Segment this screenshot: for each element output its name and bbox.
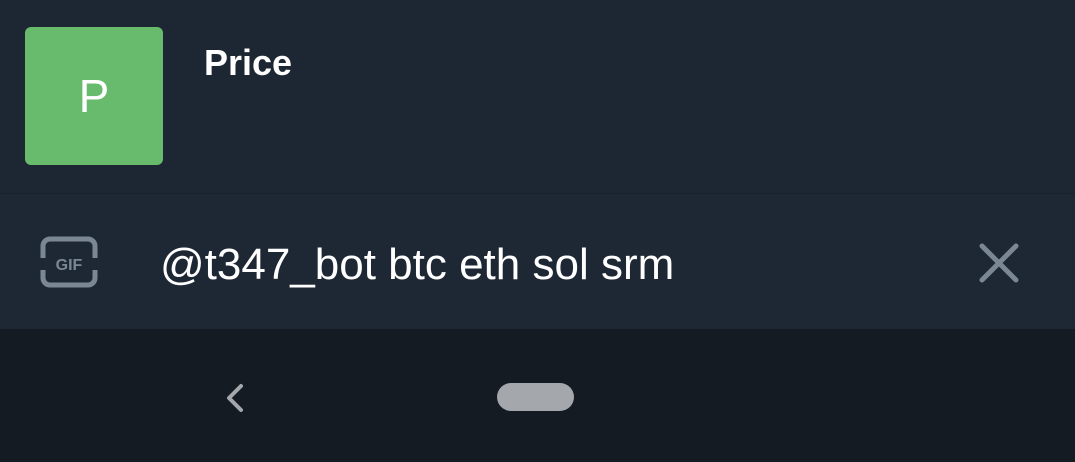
svg-text:GIF: GIF bbox=[56, 257, 83, 274]
gif-icon[interactable]: GIF bbox=[40, 236, 98, 288]
home-pill[interactable] bbox=[497, 383, 574, 411]
avatar: P bbox=[25, 27, 163, 165]
close-icon[interactable] bbox=[976, 240, 1022, 286]
chevron-left-icon[interactable] bbox=[218, 378, 252, 418]
inline-result-row[interactable]: P Price bbox=[0, 0, 1075, 192]
avatar-letter: P bbox=[78, 70, 110, 122]
search-input[interactable]: @t347_bot btc eth sol srm bbox=[160, 240, 674, 290]
result-title: Price bbox=[204, 42, 293, 83]
